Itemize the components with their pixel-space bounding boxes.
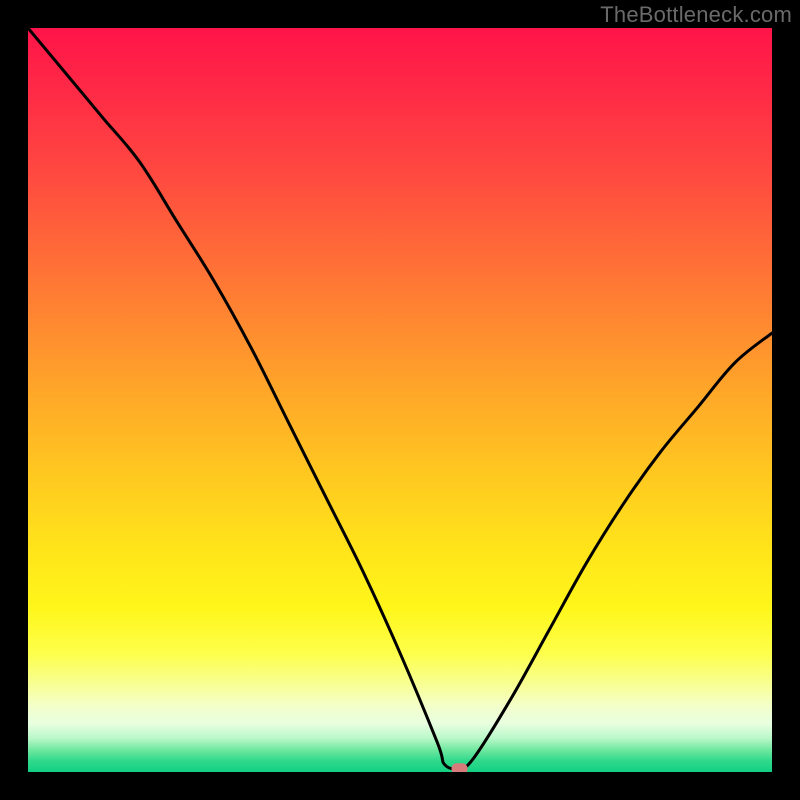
chart-frame: TheBottleneck.com (0, 0, 800, 800)
plot-area (28, 28, 772, 772)
gradient-rect (28, 28, 772, 772)
chart-svg (28, 28, 772, 772)
optimal-marker (452, 763, 468, 772)
watermark-text: TheBottleneck.com (600, 2, 792, 28)
